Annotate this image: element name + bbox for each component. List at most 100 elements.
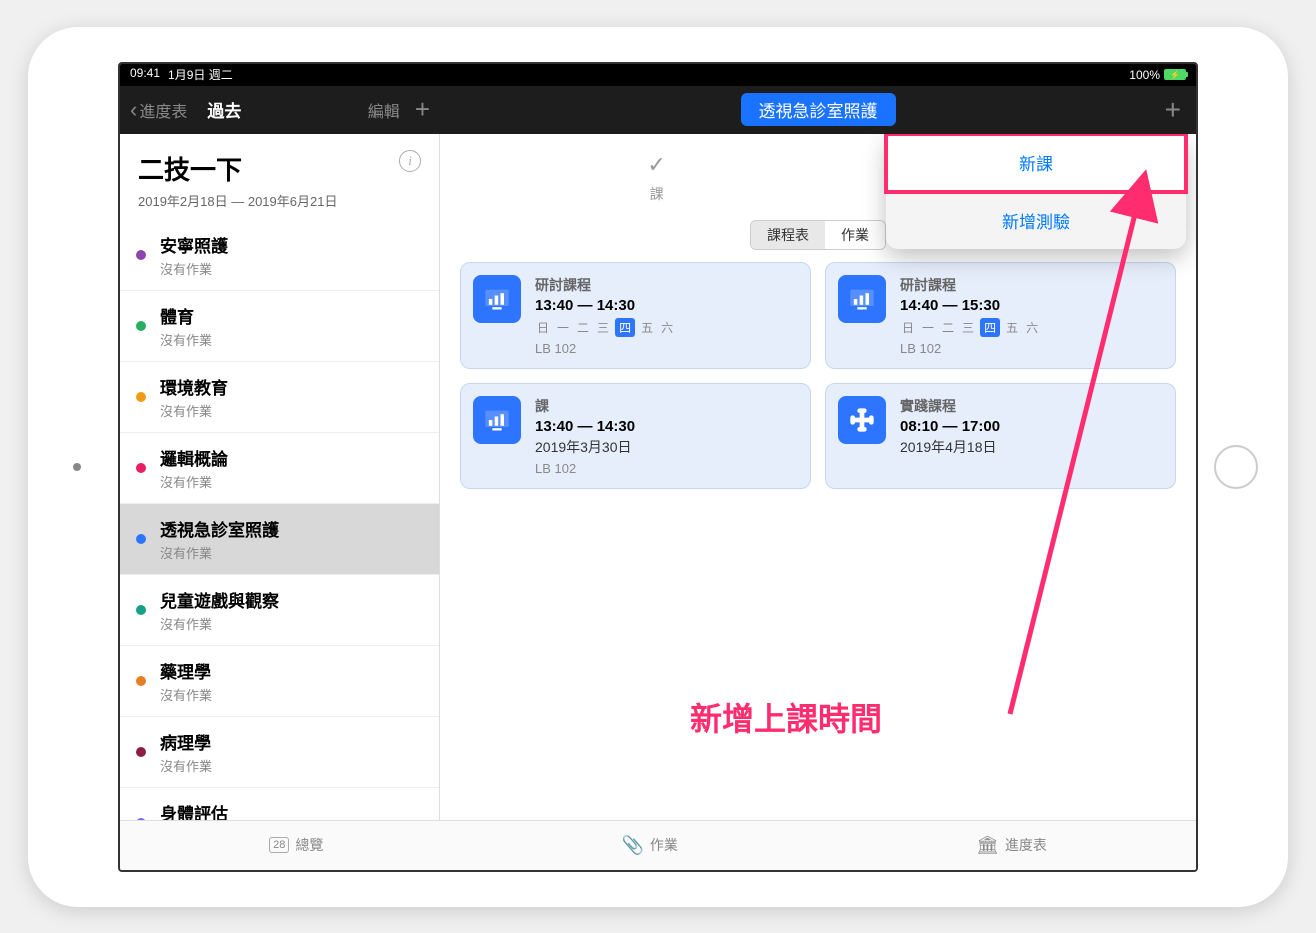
sidebar-course-item[interactable]: 環境教育 沒有作業 bbox=[120, 362, 439, 433]
popover-new-test[interactable]: 新增測驗 bbox=[886, 192, 1186, 249]
add-left-button[interactable]: + bbox=[415, 94, 430, 125]
tab-overview[interactable]: 28 總覽 bbox=[269, 835, 323, 855]
card-days: 日一二三四五六 bbox=[535, 318, 798, 337]
seg-schedule[interactable]: 課程表 bbox=[751, 221, 825, 249]
home-button[interactable] bbox=[1214, 445, 1258, 489]
add-right-button[interactable]: + bbox=[1165, 94, 1181, 126]
presentation-icon bbox=[838, 275, 886, 323]
annotation-text: 新增上課時間 bbox=[690, 694, 882, 740]
day-label: 二 bbox=[575, 318, 591, 337]
course-color-dot bbox=[136, 321, 146, 331]
day-label: 六 bbox=[659, 318, 675, 337]
day-label: 日 bbox=[535, 318, 551, 337]
status-time: 09:41 bbox=[130, 66, 160, 83]
nav-title: 過去 bbox=[207, 97, 241, 122]
camera-dot bbox=[73, 463, 81, 471]
add-popover: 新課 新增測驗 bbox=[886, 134, 1186, 249]
card-title: 課 bbox=[535, 396, 798, 416]
sidebar-course-item[interactable]: 體育 沒有作業 bbox=[120, 291, 439, 362]
sidebar-course-item[interactable]: 透視急診室照護 沒有作業 bbox=[120, 504, 439, 575]
cards-grid: 研討課程 13:40 — 14:30日一二三四五六LB 102研討課程 14:4… bbox=[440, 262, 1196, 489]
day-label: 五 bbox=[1004, 318, 1020, 337]
schedule-card[interactable]: 實踐課程 08:10 — 17:00 2019年4月18日 bbox=[825, 383, 1176, 489]
day-label: 四 bbox=[980, 318, 1000, 337]
card-time: 08:10 — 17:00 bbox=[900, 418, 1163, 435]
course-list: 安寧照護 沒有作業 體育 沒有作業 環境教育 沒有作業 邏輯概論 沒有作業 透視… bbox=[120, 220, 439, 820]
sidebar: 二技一下 2019年2月18日 — 2019年6月21日 i 安寧照護 沒有作業… bbox=[120, 134, 440, 820]
back-button[interactable]: ‹ 進度表 bbox=[130, 97, 187, 123]
course-color-dot bbox=[136, 605, 146, 615]
sidebar-course-item[interactable]: 兒童遊戲與觀察 沒有作業 bbox=[120, 575, 439, 646]
day-label: 二 bbox=[940, 318, 956, 337]
main-panel: ✓ 課 ✓ 測驗 課程表 作業 研討課程 13:40 — 14:30日一二三四五… bbox=[440, 134, 1196, 820]
day-label: 三 bbox=[595, 318, 611, 337]
course-status: 沒有作業 bbox=[160, 543, 423, 562]
schedule-card[interactable]: 課 13:40 — 14:302019年3月30日LB 102 bbox=[460, 383, 811, 489]
course-name: 安寧照護 bbox=[160, 232, 423, 257]
course-status: 沒有作業 bbox=[160, 614, 423, 633]
day-label: 一 bbox=[555, 318, 571, 337]
course-status: 沒有作業 bbox=[160, 259, 423, 278]
card-title: 實踐課程 bbox=[900, 396, 1163, 416]
sidebar-course-item[interactable]: 身體評估 沒有作業 bbox=[120, 788, 439, 820]
screen: 09:41 1月9日 週二 100% ⚡ ‹ 進度表 過去 編輯 + 透視急診室… bbox=[118, 62, 1198, 872]
clip-icon: 📎 bbox=[621, 835, 643, 856]
sidebar-course-item[interactable]: 安寧照護 沒有作業 bbox=[120, 220, 439, 291]
ipad-frame: 09:41 1月9日 週二 100% ⚡ ‹ 進度表 過去 編輯 + 透視急診室… bbox=[28, 27, 1288, 907]
course-status: 沒有作業 bbox=[160, 472, 423, 491]
course-name: 身體評估 bbox=[160, 800, 423, 820]
course-status: 沒有作業 bbox=[160, 685, 423, 704]
course-status: 沒有作業 bbox=[160, 330, 423, 349]
calendar-icon: 28 bbox=[269, 837, 289, 853]
card-location: LB 102 bbox=[535, 341, 798, 356]
popover-new-lesson[interactable]: 新課 bbox=[886, 134, 1186, 192]
edit-button[interactable]: 編輯 bbox=[368, 98, 400, 122]
card-date: 2019年4月18日 bbox=[900, 437, 1163, 457]
segment-control[interactable]: 課程表 作業 bbox=[750, 220, 886, 250]
check-icon: ✓ bbox=[647, 152, 665, 178]
tab-lesson[interactable]: ✓ 課 bbox=[647, 152, 665, 204]
day-label: 六 bbox=[1024, 318, 1040, 337]
card-location: LB 102 bbox=[535, 461, 798, 476]
course-color-dot bbox=[136, 392, 146, 402]
course-color-dot bbox=[136, 676, 146, 686]
presentation-icon bbox=[473, 275, 521, 323]
course-color-dot bbox=[136, 463, 146, 473]
sidebar-course-item[interactable]: 藥理學 沒有作業 bbox=[120, 646, 439, 717]
card-time: 13:40 — 14:30 bbox=[535, 297, 798, 314]
card-location: LB 102 bbox=[900, 341, 1163, 356]
course-name: 病理學 bbox=[160, 729, 423, 754]
semester-title: 二技一下 bbox=[138, 150, 337, 187]
course-name: 邏輯概論 bbox=[160, 445, 423, 470]
sidebar-course-item[interactable]: 病理學 沒有作業 bbox=[120, 717, 439, 788]
course-name: 透視急診室照護 bbox=[160, 516, 423, 541]
info-icon[interactable]: i bbox=[399, 150, 421, 172]
tab-homework[interactable]: 📎 作業 bbox=[621, 835, 677, 856]
battery-icon: ⚡ bbox=[1164, 69, 1186, 80]
seg-homework[interactable]: 作業 bbox=[825, 221, 885, 249]
card-title: 研討課程 bbox=[535, 275, 798, 295]
status-bar: 09:41 1月9日 週二 100% ⚡ bbox=[120, 64, 1196, 86]
back-label: 進度表 bbox=[139, 98, 187, 122]
day-label: 一 bbox=[920, 318, 936, 337]
tab-schedule[interactable]: 🏛 進度表 bbox=[976, 835, 1047, 856]
day-label: 五 bbox=[639, 318, 655, 337]
schedule-card[interactable]: 研討課程 13:40 — 14:30 日一二三四五六 LB 102 bbox=[460, 262, 811, 369]
building-icon: 🏛 bbox=[976, 835, 999, 856]
course-tag[interactable]: 透視急診室照護 bbox=[741, 93, 896, 126]
day-label: 三 bbox=[960, 318, 976, 337]
semester-dates: 2019年2月18日 — 2019年6月21日 bbox=[138, 191, 337, 210]
card-title: 研討課程 bbox=[900, 275, 1163, 295]
presentation-icon bbox=[473, 396, 521, 444]
sidebar-course-item[interactable]: 邏輯概論 沒有作業 bbox=[120, 433, 439, 504]
course-status: 沒有作業 bbox=[160, 756, 423, 775]
course-name: 體育 bbox=[160, 303, 423, 328]
battery-percent: 100% bbox=[1129, 68, 1160, 82]
schedule-card[interactable]: 研討課程 14:40 — 15:30日一二三四五六LB 102 bbox=[825, 262, 1176, 369]
course-name: 藥理學 bbox=[160, 658, 423, 683]
card-days: 日一二三四五六 bbox=[900, 318, 1163, 337]
chevron-left-icon: ‹ bbox=[130, 97, 137, 123]
day-label: 日 bbox=[900, 318, 916, 337]
nav-bar: ‹ 進度表 過去 編輯 + 透視急診室照護 + bbox=[120, 86, 1196, 134]
tab-lesson-label: 課 bbox=[650, 184, 664, 204]
